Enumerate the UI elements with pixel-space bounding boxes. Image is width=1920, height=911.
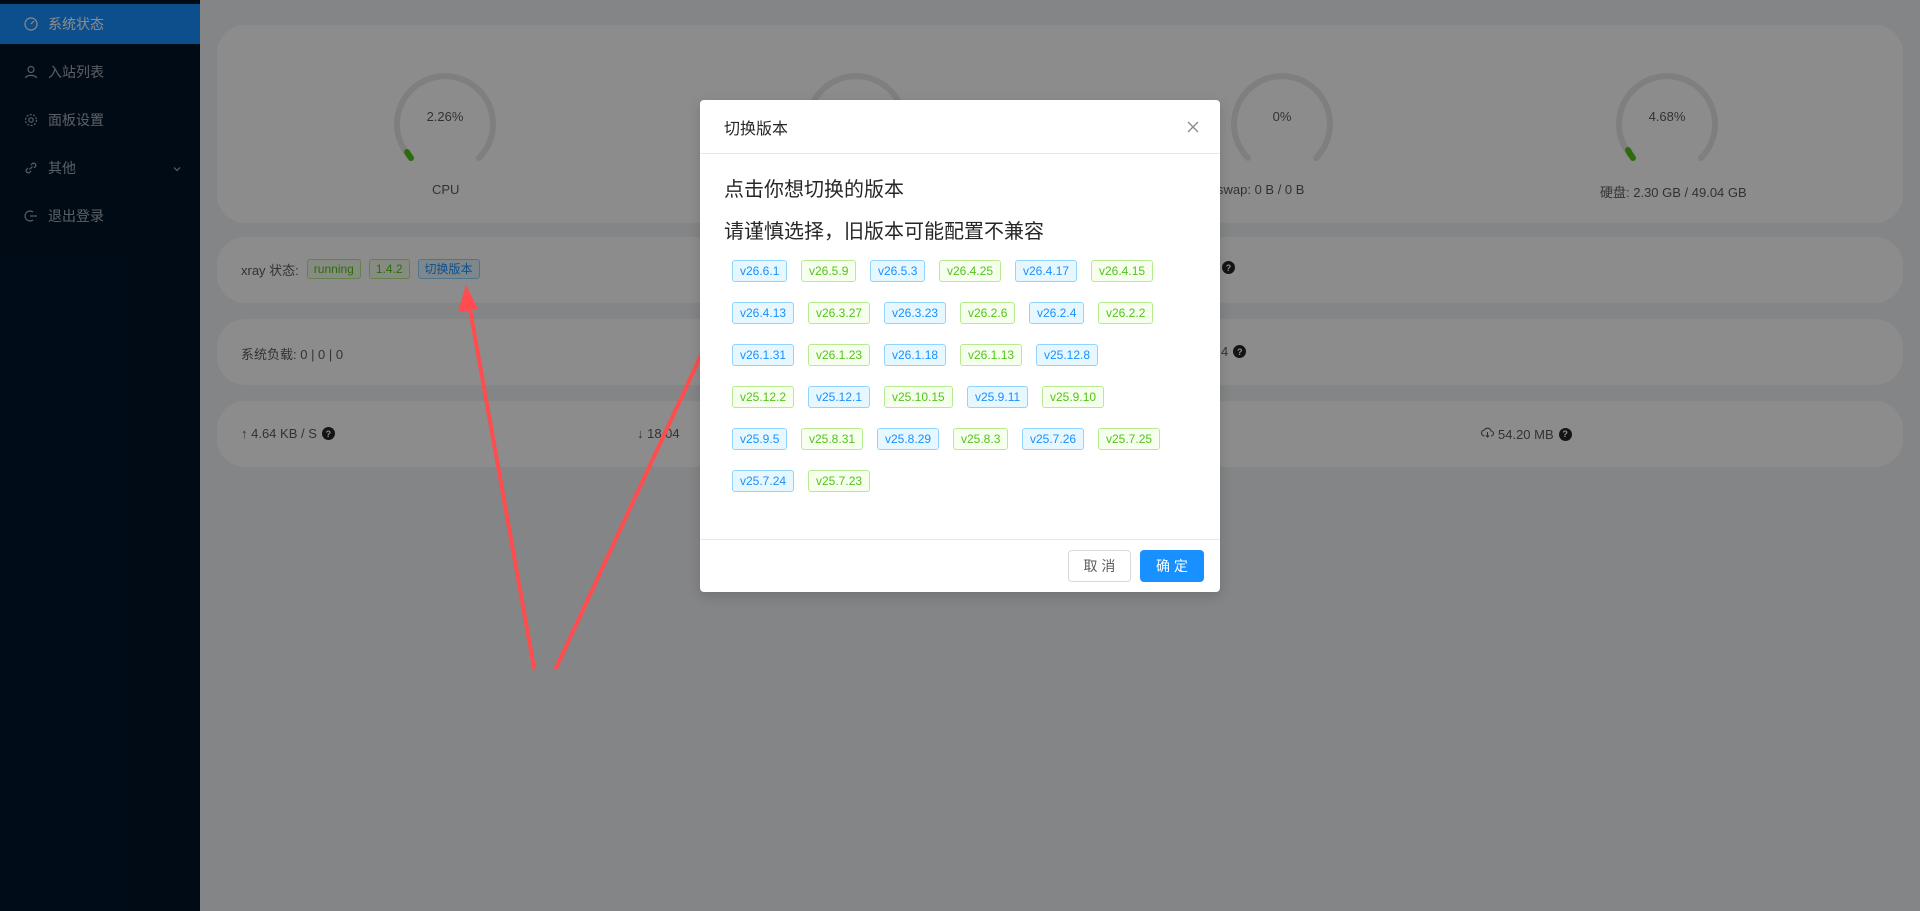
switch-version-modal: 切换版本 点击你想切换的版本 请谨慎选择，旧版本可能配置不兼容 v26.6.1 v… [700, 100, 1220, 592]
version-tag[interactable]: v26.4.13 [732, 302, 795, 324]
version-tag[interactable]: v26.3.27 [808, 302, 871, 324]
version-tag[interactable]: v26.3.23 [884, 302, 947, 324]
version-tag[interactable]: v25.12.8 [1036, 344, 1099, 366]
version-tag[interactable]: v26.1.23 [808, 344, 871, 366]
version-tag[interactable]: v25.8.3 [953, 428, 1009, 450]
version-tag[interactable]: v26.1.18 [884, 344, 947, 366]
modal-footer: 取 消 确 定 [700, 539, 1220, 592]
version-tag[interactable]: v25.8.29 [877, 428, 940, 450]
version-tag[interactable]: v26.1.31 [732, 344, 795, 366]
version-tag[interactable]: v26.4.25 [939, 260, 1002, 282]
close-icon[interactable] [1184, 118, 1202, 136]
version-tag-list: v26.6.1 v26.5.9 v26.5.3 v26.4.25 v26.4.17 v26… [724, 260, 1184, 510]
version-tag[interactable]: v26.2.4 [1029, 302, 1085, 324]
version-tag[interactable]: v26.6.1 [732, 260, 788, 282]
modal-instruction: 点击你想切换的版本 [724, 179, 904, 201]
version-tag[interactable]: v26.4.17 [1015, 260, 1078, 282]
version-tag[interactable]: v25.12.2 [732, 386, 795, 408]
version-tag[interactable]: v26.4.15 [1091, 260, 1154, 282]
version-tag[interactable]: v25.8.31 [801, 428, 864, 450]
version-tag[interactable]: v25.10.15 [884, 386, 953, 408]
version-tag[interactable]: v25.9.10 [1042, 386, 1105, 408]
version-tag[interactable]: v26.5.9 [801, 260, 857, 282]
version-tag[interactable]: v25.12.1 [808, 386, 871, 408]
modal-body: 点击你想切换的版本 请谨慎选择，旧版本可能配置不兼容 v26.6.1 v26.5.… [700, 154, 1220, 510]
version-tag[interactable]: v25.9.11 [967, 386, 1029, 408]
version-tag[interactable]: v25.7.24 [732, 470, 795, 492]
ok-button[interactable]: 确 定 [1140, 550, 1204, 582]
version-tag[interactable]: v25.7.23 [808, 470, 871, 492]
annotation-arrow-to-switch-tag [458, 285, 536, 670]
version-tag[interactable]: v26.5.3 [870, 260, 926, 282]
version-tag[interactable]: v25.9.5 [732, 428, 788, 450]
modal-header: 切换版本 [700, 100, 1220, 154]
version-tag[interactable]: v25.7.25 [1098, 428, 1161, 450]
modal-warning: 请谨慎选择，旧版本可能配置不兼容 [724, 221, 1044, 243]
modal-title: 切换版本 [724, 120, 789, 138]
cancel-button[interactable]: 取 消 [1068, 550, 1131, 582]
version-tag[interactable]: v26.1.13 [960, 344, 1023, 366]
version-tag[interactable]: v26.2.6 [960, 302, 1016, 324]
version-tag[interactable]: v26.2.2 [1098, 302, 1154, 324]
version-tag[interactable]: v25.7.26 [1022, 428, 1085, 450]
